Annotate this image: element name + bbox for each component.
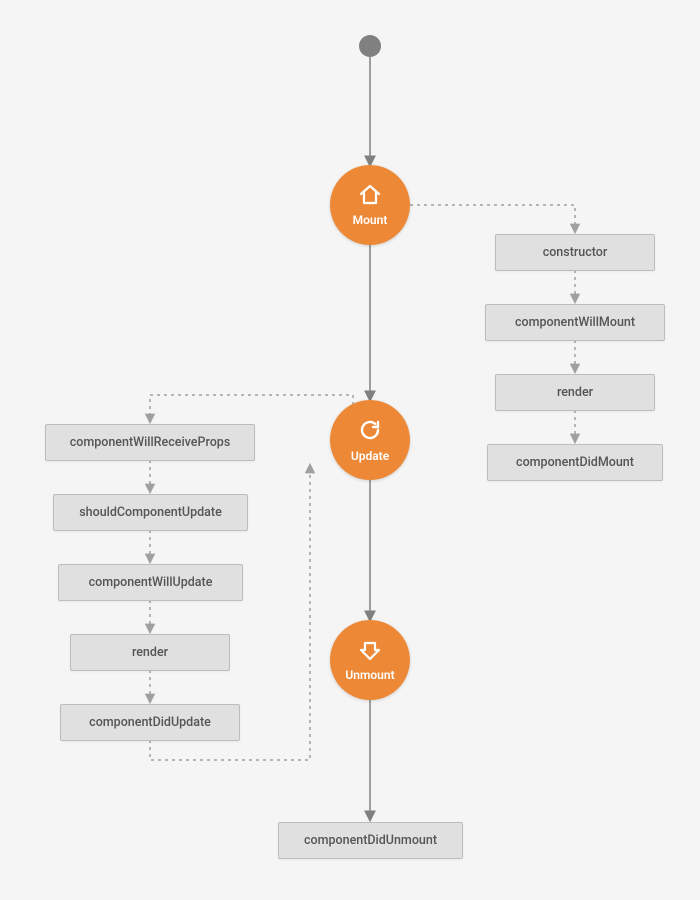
method-box-shouldcomponentupdate: shouldComponentUpdate bbox=[53, 494, 248, 531]
phase-label: Unmount bbox=[345, 668, 394, 682]
method-label: componentDidUnmount bbox=[304, 833, 437, 848]
lifecycle-diagram: Mount Update Unmount constructor compone… bbox=[0, 0, 700, 900]
method-box-componentdidmount: componentDidMount bbox=[487, 444, 663, 481]
method-box-constructor: constructor bbox=[495, 234, 655, 271]
method-label: componentDidMount bbox=[516, 455, 634, 470]
method-label: render bbox=[132, 645, 168, 660]
method-box-componentwillmount: componentWillMount bbox=[485, 304, 665, 341]
method-box-render-update: render bbox=[70, 634, 230, 671]
house-icon bbox=[358, 184, 382, 209]
method-box-componentwillupdate: componentWillUpdate bbox=[58, 564, 243, 601]
method-label: componentWillReceiveProps bbox=[70, 435, 231, 450]
phase-node-mount: Mount bbox=[330, 165, 410, 245]
phase-node-unmount: Unmount bbox=[330, 620, 410, 700]
method-box-componentwillreceiveprops: componentWillReceiveProps bbox=[45, 424, 255, 461]
method-label: componentWillUpdate bbox=[89, 575, 213, 590]
method-label: constructor bbox=[543, 245, 608, 260]
start-node bbox=[359, 35, 381, 57]
edge-update-to-receiveprops bbox=[150, 395, 353, 422]
edge-mount-to-constructor bbox=[410, 205, 575, 232]
method-box-componentdidupdate: componentDidUpdate bbox=[60, 704, 240, 741]
phase-label: Update bbox=[351, 449, 389, 463]
method-label: componentWillMount bbox=[515, 315, 635, 330]
method-label: shouldComponentUpdate bbox=[79, 505, 222, 520]
refresh-icon bbox=[358, 418, 382, 445]
method-label: componentDidUpdate bbox=[89, 715, 211, 730]
method-label: render bbox=[557, 385, 593, 400]
phase-node-update: Update bbox=[330, 400, 410, 480]
method-box-componentdidunmount: componentDidUnmount bbox=[278, 822, 463, 859]
phase-label: Mount bbox=[353, 213, 388, 227]
method-box-render-mount: render bbox=[495, 374, 655, 411]
download-icon bbox=[359, 639, 381, 664]
